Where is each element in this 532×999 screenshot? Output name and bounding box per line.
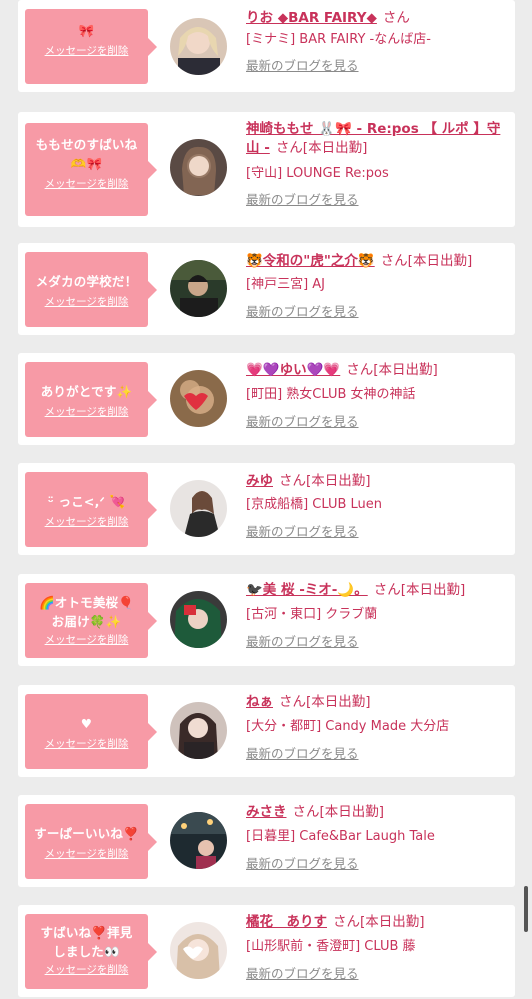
message-bubble: ももせのすばいね🫶🎀 メッセージを削除 [25, 123, 157, 216]
shop-info: [町田] 熟女CLUB 女神の神話 [246, 387, 416, 402]
honorific: さん[本日出勤] [380, 253, 473, 269]
list-item: ありがとです✨ メッセージを削除 💗💜ゆい💜💗 さん[本日出勤] [町田] 熟女C… [18, 353, 515, 445]
latest-blog-link[interactable]: 最新のブログを見る [246, 523, 359, 540]
delete-message-link[interactable]: メッセージを削除 [29, 44, 144, 58]
user-info: 💗💜ゆい💜💗 さん[本日出勤] [町田] 熟女CLUB 女神の神話 最新のブログを… [246, 361, 508, 430]
avatar[interactable] [170, 18, 227, 75]
shop-info: [京成船橋] CLUB Luen [246, 497, 383, 512]
user-info: みゆ さん[本日出勤] [京成船橋] CLUB Luen 最新のブログを見る [246, 472, 508, 540]
message-text: ᵕ̈ っこ<,ᐟ 💘 [47, 494, 126, 509]
honorific: さん [382, 10, 410, 26]
avatar[interactable] [170, 922, 227, 979]
latest-blog-link[interactable]: 最新のブログを見る [246, 633, 359, 650]
avatar[interactable] [170, 139, 227, 196]
delete-message-link[interactable]: メッセージを削除 [29, 963, 144, 977]
user-name-link[interactable]: ねぁ [246, 694, 273, 710]
scrollbar[interactable] [524, 886, 528, 932]
shop-info: [守山] LOUNGE Re:pos [246, 166, 389, 181]
shop-info: [日暮里] Cafe&Bar Laugh Tale [246, 829, 435, 844]
shop-info: [神戸三宮] AJ [246, 277, 326, 292]
message-bubble: 🎀 メッセージを削除 [25, 9, 157, 84]
message-text: ♥ [80, 716, 93, 731]
message-text: 🎀 [78, 23, 95, 38]
shop-info: [山形駅前・香澄町] CLUB 藤 [246, 939, 416, 954]
user-name-link[interactable]: みさき [246, 804, 287, 820]
latest-blog-link[interactable]: 最新のブログを見る [246, 855, 359, 872]
avatar[interactable] [170, 591, 227, 648]
message-bubble: ♥ メッセージを削除 [25, 694, 157, 769]
avatar[interactable] [170, 812, 227, 869]
list-item: ももせのすばいね🫶🎀 メッセージを削除 神崎ももせ 🐰🎀 - Re:pos 【 … [18, 112, 515, 227]
delete-message-link[interactable]: メッセージを削除 [29, 847, 144, 861]
honorific: さん[本日出勤] [275, 140, 368, 156]
latest-blog-link[interactable]: 最新のブログを見る [246, 745, 359, 762]
message-bubble: ありがとです✨ メッセージを削除 [25, 362, 157, 437]
message-text: ありがとです✨ [40, 384, 133, 399]
user-info: 橘花 ありす さん[本日出勤] [山形駅前・香澄町] CLUB 藤 最新のブログを… [246, 913, 508, 982]
user-name-link[interactable]: 🐯令和の"虎"之介🐯 [246, 253, 375, 269]
list-item: 🌈オトモ美桜🎈お届け🍀✨ メッセージを削除 🐦‍⬛美 桜 -ミオ-🌙。 さん[本日… [18, 574, 515, 666]
user-name-link[interactable]: みゆ [246, 473, 273, 489]
shop-info: [大分・都町] Candy Made 大分店 [246, 719, 450, 734]
delete-message-link[interactable]: メッセージを削除 [29, 633, 144, 647]
list-item: すばいね❣️拝見しました👀 メッセージを削除 橘花 ありす さん[本日出勤] [山… [18, 905, 515, 997]
message-bubble: メダカの学校だ！ メッセージを削除 [25, 252, 157, 327]
latest-blog-link[interactable]: 最新のブログを見る [246, 303, 359, 320]
delete-message-link[interactable]: メッセージを削除 [29, 177, 144, 191]
list-item: 🎀 メッセージを削除 りお ◆BAR FAIRY◆ さん [ミナミ] BAR FA… [18, 0, 515, 92]
message-text: すばいね❣️拝見しました👀 [40, 925, 133, 959]
honorific: さん[本日出勤] [373, 582, 466, 598]
latest-blog-link[interactable]: 最新のブログを見る [246, 57, 359, 74]
list-item: ♥ メッセージを削除 ねぁ さん[本日出勤] [大分・都町] Candy Made… [18, 685, 515, 777]
shop-info: [古河・東口] クラブ蘭 [246, 607, 378, 622]
user-info: りお ◆BAR FAIRY◆ さん [ミナミ] BAR FAIRY -なんば店- … [246, 9, 508, 74]
latest-blog-link[interactable]: 最新のブログを見る [246, 413, 359, 430]
message-text: すーぱーいいね❣️ [34, 826, 139, 841]
message-bubble: すーぱーいいね❣️ メッセージを削除 [25, 804, 157, 879]
honorific: さん[本日出勤] [292, 804, 385, 820]
message-text: 🌈オトモ美桜🎈お届け🍀✨ [38, 595, 135, 629]
avatar[interactable] [170, 702, 227, 759]
user-name-link[interactable]: 💗💜ゆい💜💗 [246, 362, 340, 378]
list-item: メダカの学校だ！ メッセージを削除 🐯令和の"虎"之介🐯 さん[本日出勤] [神戸… [18, 243, 515, 335]
user-name-link[interactable]: りお ◆BAR FAIRY◆ [246, 10, 377, 26]
shop-info: [ミナミ] BAR FAIRY -なんば店- [246, 32, 431, 47]
user-info: 🐦‍⬛美 桜 -ミオ-🌙。 さん[本日出勤] [古河・東口] クラブ蘭 最新のブロ… [246, 581, 508, 650]
honorific: さん[本日出勤] [346, 362, 438, 378]
user-info: ねぁ さん[本日出勤] [大分・都町] Candy Made 大分店 最新のブログ… [246, 693, 508, 762]
latest-blog-link[interactable]: 最新のブログを見る [246, 191, 359, 208]
delete-message-link[interactable]: メッセージを削除 [29, 295, 144, 309]
user-name-link[interactable]: 橘花 ありす [246, 914, 327, 930]
user-info: みさき さん[本日出勤] [日暮里] Cafe&Bar Laugh Tale 最新… [246, 803, 508, 872]
delete-message-link[interactable]: メッセージを削除 [29, 737, 144, 751]
message-bubble: ᵕ̈ っこ<,ᐟ 💘 メッセージを削除 [25, 472, 157, 547]
delete-message-link[interactable]: メッセージを削除 [29, 405, 144, 419]
list-item: ᵕ̈ っこ<,ᐟ 💘 メッセージを削除 みゆ さん[本日出勤] [京成船橋] CL… [18, 463, 515, 555]
user-info: 🐯令和の"虎"之介🐯 さん[本日出勤] [神戸三宮] AJ 最新のブログを見る [246, 252, 508, 320]
honorific: さん[本日出勤] [333, 914, 425, 930]
avatar[interactable] [170, 370, 227, 427]
user-name-link[interactable]: 🐦‍⬛美 桜 -ミオ-🌙。 [246, 582, 368, 598]
honorific: さん[本日出勤] [279, 473, 371, 489]
message-bubble: 🌈オトモ美桜🎈お届け🍀✨ メッセージを削除 [25, 583, 157, 658]
message-text: ももせのすばいね🫶🎀 [35, 137, 138, 171]
honorific: さん[本日出勤] [279, 694, 371, 710]
user-info: 神崎ももせ 🐰🎀 - Re:pos 【 ルポ 】守山 - さん[本日出勤] [守山… [246, 120, 508, 208]
message-bubble: すばいね❣️拝見しました👀 メッセージを削除 [25, 914, 157, 989]
message-text: メダカの学校だ！ [35, 274, 138, 289]
list-item: すーぱーいいね❣️ メッセージを削除 みさき さん[本日出勤] [日暮里] Caf… [18, 795, 515, 887]
latest-blog-link[interactable]: 最新のブログを見る [246, 965, 359, 982]
avatar[interactable] [170, 480, 227, 537]
avatar[interactable] [170, 260, 227, 317]
delete-message-link[interactable]: メッセージを削除 [29, 515, 144, 529]
